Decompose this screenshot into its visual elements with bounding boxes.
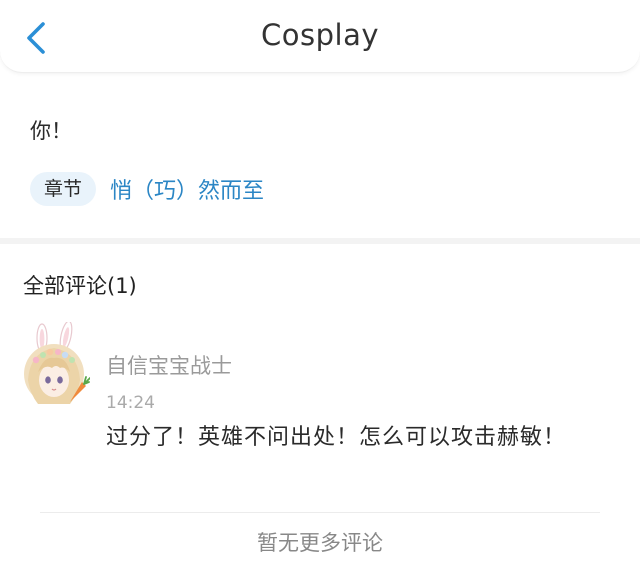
comment-username[interactable]: 自信宝宝战士: [106, 350, 232, 380]
comment-text: 过分了！英雄不问出处！怎么可以攻击赫敏！: [106, 425, 567, 450]
no-more-comments: 暂无更多评论: [257, 531, 383, 555]
page-title: Cosplay: [261, 18, 379, 52]
post-text: 你！: [30, 119, 72, 143]
page: Cosplay 你！ 章节 悄（巧）然而至 全部评论(1) 自信宝宝战士 14:…: [0, 0, 640, 577]
comments-heading: 全部评论(1): [23, 274, 137, 298]
comment-timestamp: 14:24: [106, 393, 155, 413]
chapter-badge: 章节: [30, 172, 97, 206]
avatar[interactable]: [20, 322, 90, 412]
top-bar: Cosplay: [0, 0, 640, 73]
divider: [40, 512, 600, 513]
section-divider: [0, 238, 640, 244]
chapter-row: 章节 悄（巧）然而至: [30, 172, 264, 206]
chapter-link[interactable]: 悄（巧）然而至: [110, 173, 264, 205]
